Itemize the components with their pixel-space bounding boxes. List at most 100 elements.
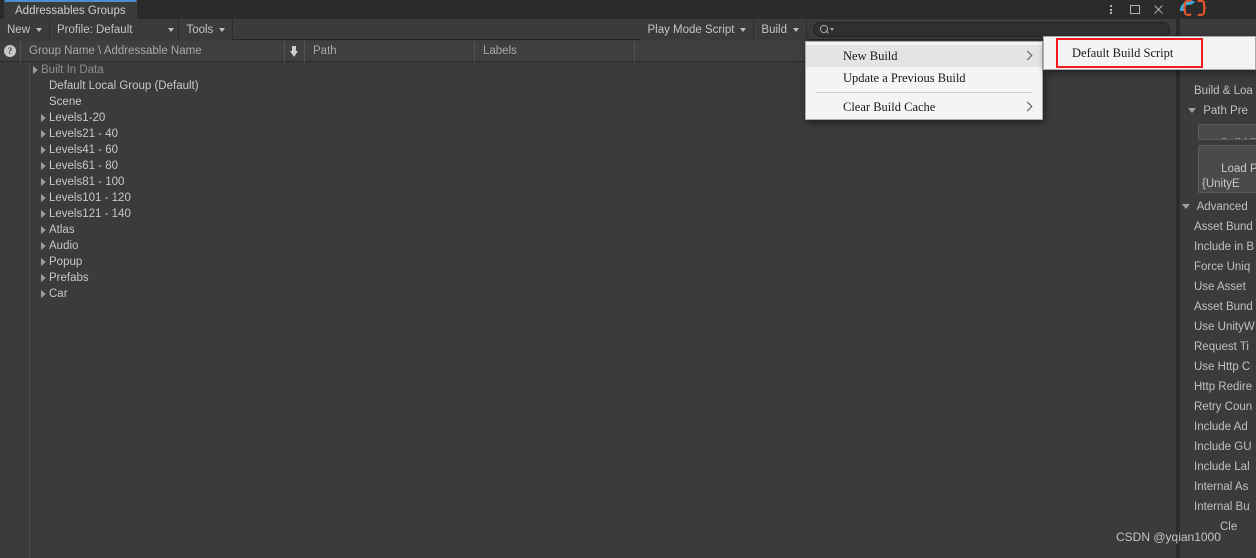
menu-item-label: New Build <box>843 48 898 63</box>
expand-arrow-icon[interactable] <box>37 286 49 302</box>
tree-row-levels61-80[interactable]: Levels61 - 80 <box>0 158 1176 174</box>
help-glyph: ? <box>4 45 16 57</box>
tree-row-levels41-60[interactable]: Levels41 - 60 <box>0 142 1176 158</box>
chevron-down-icon <box>793 27 799 32</box>
tree-row-label: Levels1-20 <box>49 112 106 124</box>
tree-row-atlas[interactable]: Atlas <box>0 222 1176 238</box>
menu-separator <box>816 92 1032 93</box>
column-label: Path <box>313 45 337 57</box>
menu-item-label: Update a Previous Build <box>843 70 966 85</box>
row-include-addresses-in-catalog: Include Ad <box>1194 421 1248 433</box>
row-asset-bundle-crc: Asset Bund <box>1194 301 1253 313</box>
tree-row-label: Scene <box>49 96 82 108</box>
close-icon[interactable] <box>1152 3 1165 16</box>
kebab-menu-icon[interactable] <box>1104 3 1117 16</box>
expand-arrow-icon[interactable] <box>37 126 49 142</box>
row-use-unitywebrequest: Use UnityW <box>1194 321 1255 333</box>
row-http-redirect-limit: Http Redire <box>1194 381 1253 393</box>
expand-arrow-icon[interactable] <box>37 174 49 190</box>
column-label: Group Name \ Addressable Name <box>29 45 202 57</box>
tree-row-label: Default Local Group (Default) <box>49 80 199 92</box>
column-header-labels[interactable]: Labels <box>475 40 635 62</box>
build-submenu[interactable]: Default Build Script <box>1043 36 1256 70</box>
row-path-preview[interactable]: Path Pre <box>1188 105 1248 117</box>
row-internal-asset-naming-mode: Internal As <box>1194 481 1249 493</box>
column-header-path[interactable]: Path <box>305 40 475 62</box>
profile-dropdown[interactable]: Profile: Default <box>50 19 180 40</box>
inspector-panel: e: Content Pack Build & Loa Path Pre Bui… <box>1180 19 1256 558</box>
row-asset-bundle-compression: Asset Bund <box>1194 221 1253 233</box>
chevron-right-icon <box>1024 102 1030 112</box>
new-button-label: New <box>7 23 31 36</box>
row-cache-clear-behavior: Cle <box>1220 521 1238 533</box>
chevron-right-icon <box>1024 51 1030 61</box>
tree-row-levels121-140[interactable]: Levels121 - 140 <box>0 206 1176 222</box>
menu-item-clear-build-cache[interactable]: Clear Build Cache <box>806 96 1042 118</box>
row-use-asset-bundle-cache: Use Asset <box>1194 281 1246 293</box>
tree-row-label: Levels81 - 100 <box>49 176 125 188</box>
expand-arrow-icon[interactable] <box>37 142 49 158</box>
section-advanced[interactable]: Advanced <box>1182 201 1248 213</box>
chevron-down-icon <box>740 27 747 32</box>
row-build-and-load: Build & Loa <box>1194 85 1253 97</box>
search-icon <box>820 25 828 33</box>
tree-row-levels101-120[interactable]: Levels101 - 120 <box>0 190 1176 206</box>
menu-item-new-build[interactable]: New Build <box>806 45 1042 67</box>
expand-arrow-icon[interactable] <box>37 190 49 206</box>
expand-arrow-icon[interactable] <box>37 238 49 254</box>
chevron-down-icon <box>36 27 43 32</box>
column-label: Labels <box>483 45 517 57</box>
build-dropdown-label: Build <box>761 23 787 36</box>
sort-arrow-icon[interactable] <box>285 40 305 62</box>
row-request-timeout: Request Ti <box>1194 341 1249 353</box>
submenu-item-default-build-script[interactable]: Default Build Script <box>1044 46 1173 61</box>
tree-row-levels21-40[interactable]: Levels21 - 40 <box>0 126 1176 142</box>
watermark-text: CSDN @yqian1000 <box>1116 530 1221 544</box>
row-include-in-build: Include in B <box>1194 241 1255 253</box>
chevron-down-icon <box>829 27 834 31</box>
row-retry-count: Retry Coun <box>1194 401 1253 413</box>
tree-row-car[interactable]: Car <box>0 286 1176 302</box>
row-force-unique-provider: Force Uniq <box>1194 261 1251 273</box>
help-icon[interactable]: ? <box>0 40 21 62</box>
tree-row-label: Atlas <box>49 224 75 236</box>
tab-addressables-groups[interactable]: Addressables Groups <box>4 0 137 19</box>
tree-row-label: Levels121 - 140 <box>49 208 131 220</box>
sort-glyph <box>290 45 299 57</box>
expand-arrow-icon[interactable] <box>37 222 49 238</box>
chevron-down-icon <box>168 27 175 32</box>
search-input[interactable] <box>813 21 1170 37</box>
build-dropdown[interactable]: Build <box>754 19 807 40</box>
expand-arrow-icon[interactable] <box>37 270 49 286</box>
tree-row-popup[interactable]: Popup <box>0 254 1176 270</box>
expand-arrow-icon[interactable] <box>29 62 41 78</box>
tree-row-label: Levels21 - 40 <box>49 128 119 140</box>
expand-arrow-icon[interactable] <box>37 110 49 126</box>
tree-row-levels81-100[interactable]: Levels81 - 100 <box>0 174 1176 190</box>
tree-row-label: Levels101 - 120 <box>49 192 131 204</box>
tree-row-label: Audio <box>49 240 79 252</box>
tree-row-label: Popup <box>49 256 83 268</box>
groups-tree[interactable]: Built In Data Default Local Group (Defau… <box>0 62 1176 558</box>
row-use-http-chunked-transfer: Use Http C <box>1194 361 1251 373</box>
build-menu[interactable]: New Build Update a Previous Build Clear … <box>805 41 1043 120</box>
load-path-box[interactable]: Load Pa {UnityE id <box>1198 145 1256 193</box>
maximize-icon[interactable] <box>1128 3 1141 16</box>
expand-arrow-icon[interactable] <box>37 158 49 174</box>
foldout-arrow-icon[interactable] <box>1182 204 1190 210</box>
chevron-down-icon <box>219 27 226 32</box>
menu-item-label: Clear Build Cache <box>843 99 936 114</box>
menu-item-update-a-previous-build[interactable]: Update a Previous Build <box>806 67 1042 89</box>
profile-dropdown-label: Profile: Default <box>57 23 133 36</box>
expand-arrow-icon[interactable] <box>37 254 49 270</box>
column-header-group-name[interactable]: Group Name \ Addressable Name <box>21 40 285 62</box>
play-mode-script-dropdown[interactable]: Play Mode Script <box>640 19 755 40</box>
tools-button[interactable]: Tools <box>179 19 234 40</box>
tree-row-prefabs[interactable]: Prefabs <box>0 270 1176 286</box>
new-button[interactable]: New <box>0 19 51 40</box>
expand-arrow-icon[interactable] <box>37 206 49 222</box>
foldout-arrow-icon[interactable] <box>1188 108 1196 114</box>
tree-row-audio[interactable]: Audio <box>0 238 1176 254</box>
build-path-box[interactable]: Build Pa <box>1198 124 1256 140</box>
play-mode-script-label: Play Mode Script <box>647 23 735 36</box>
